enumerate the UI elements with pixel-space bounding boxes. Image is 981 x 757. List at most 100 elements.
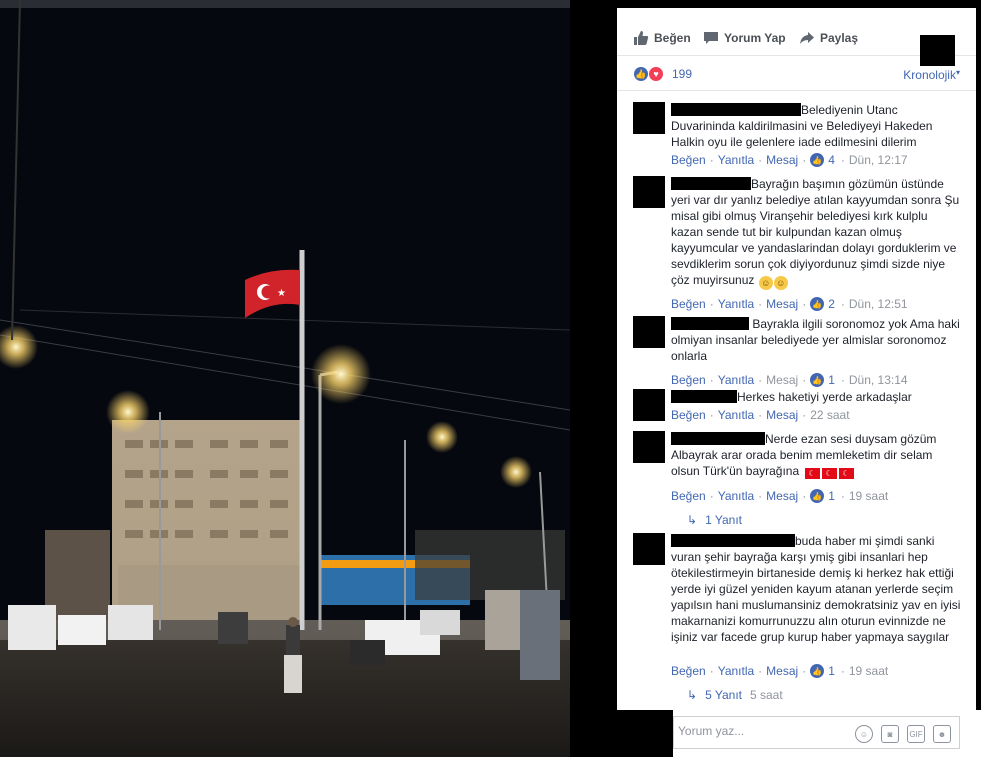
comment-like-link[interactable]: Beğen [671,297,706,311]
comment-text: Bayrağın başımın gözümün üstünde yeri va… [671,177,960,287]
comment-reply-link[interactable]: Yanıtla [718,408,754,422]
turkey-flag-icon: ☾ [821,468,837,479]
share-button-label: Paylaş [820,31,859,45]
comment: buda haber mi şimdi sanki vuran şehir ba… [633,533,963,708]
avatar[interactable] [633,102,665,134]
replies-timestamp: 5 saat [749,688,783,702]
redacted-author-name[interactable] [671,432,765,445]
comment-message-link[interactable]: Mesaj [766,489,798,503]
post-actions-bar: Beğen Yorum Yap Paylaş [617,20,976,66]
like-reaction-icon: 👍 [633,66,649,82]
redacted-author-name[interactable] [671,103,801,116]
separator: · [802,297,807,311]
svg-text:★: ★ [277,288,286,299]
avatar[interactable] [633,176,665,208]
comment-like-count[interactable]: 1 [828,373,835,387]
separator: · [758,489,763,503]
redacted-author-name[interactable] [671,177,751,190]
separator: · [802,153,807,167]
like-button[interactable]: Beğen [633,30,691,46]
comment-body: Bayrakla ilgili soronomoz yok Ama haki o… [671,316,961,364]
comment-meta: Beğen · Yanıtla · Mesaj · 👍 2 · Dün, 12:… [671,297,908,311]
avatar[interactable] [633,316,665,348]
comment-body: buda haber mi şimdi sanki vuran şehir ba… [671,533,961,645]
comment-meta: Beğen · Yanıtla · Mesaj · 👍 1 · Dün, 13:… [671,373,908,387]
view-replies-link[interactable]: ↳ 5 Yanıt 5 saat [687,688,783,702]
separator: · [840,489,845,503]
replies-count: 1 Yanıt [705,513,742,527]
separator: · [758,153,763,167]
emoji-icon[interactable]: ☺ [855,725,873,743]
comment-like-count[interactable]: 1 [828,489,835,503]
comment-message-link[interactable]: Mesaj [766,664,798,678]
comment-timestamp[interactable]: 19 saat [849,664,888,678]
share-button[interactable]: Paylaş [799,30,858,46]
comment-input[interactable] [678,724,858,738]
comment-button[interactable]: Yorum Yap [703,30,786,46]
reply-arrow-icon: ↳ [687,688,698,702]
sticker-icon[interactable]: ☻ [933,725,951,743]
comment: Bayrağın başımın gözümün üstünde yeri va… [633,176,963,316]
redacted-author-name[interactable] [671,534,795,547]
comment-like-count[interactable]: 2 [828,297,835,311]
comment-message-link[interactable]: Mesaj [766,408,798,422]
view-replies-link[interactable]: ↳ 1 Yanıt [687,513,742,527]
separator: · [709,153,714,167]
post-photo[interactable]: ★ [0,0,570,757]
comment-message-link[interactable]: Mesaj [766,297,798,311]
avatar[interactable] [633,533,665,565]
comment-message-link[interactable]: Mesaj [766,153,798,167]
redaction-block [570,710,673,757]
comment-like-link[interactable]: Beğen [671,373,706,387]
separator: · [758,373,763,387]
avatar[interactable] [633,389,665,421]
redacted-author-name[interactable] [671,317,749,330]
comment: Nerde ezan sesi duysam gözüm Albayrak ar… [633,431,963,531]
separator: · [840,664,845,678]
comment-like-count[interactable]: 1 [828,664,835,678]
thumbs-up-icon [634,31,649,45]
comment-reply-link[interactable]: Yanıtla [718,664,754,678]
comment-timestamp[interactable]: 22 saat [810,408,849,422]
separator: · [840,153,845,167]
comment-reply-link[interactable]: Yanıtla [718,373,754,387]
redacted-author-name[interactable] [671,390,737,403]
like-count-icon: 👍 [810,153,825,167]
turkey-flag-icon: ☾ [804,468,820,479]
separator: · [709,489,714,503]
comment-timestamp[interactable]: Dün, 12:51 [849,297,908,311]
comment-like-link[interactable]: Beğen [671,408,706,422]
gif-icon[interactable]: GIF [907,725,925,743]
comment-like-link[interactable]: Beğen [671,664,706,678]
separator: · [709,408,714,422]
comment-meta: Beğen · Yanıtla · Mesaj · 👍 1 · 19 saat [671,664,888,678]
separator: · [758,297,763,311]
sort-dropdown[interactable]: Kronolojik▾ [903,68,960,82]
avatar[interactable] [633,431,665,463]
comment-text: Herkes haketiyi yerde arkadaşlar [737,390,912,404]
comments-panel: Beğen Yorum Yap Paylaş 👍 ♥ 199 Kronoloji… [617,8,976,710]
comment-reply-link[interactable]: Yanıtla [718,297,754,311]
comment-message-link[interactable]: Mesaj [766,373,798,387]
comment-icon [704,32,718,44]
reaction-summary[interactable]: 👍 ♥ 199 [633,66,692,82]
comment-timestamp[interactable]: Dün, 12:17 [849,153,908,167]
comment: Bayrakla ilgili soronomoz yok Ama haki o… [633,316,963,388]
comment-like-link[interactable]: Beğen [671,153,706,167]
like-count-icon: 👍 [810,489,825,503]
night-city-photo: ★ [0,0,570,757]
comment-reply-link[interactable]: Yanıtla [718,153,754,167]
comment-like-link[interactable]: Beğen [671,489,706,503]
divider [617,90,976,91]
grinning-emoji-icon: ☺ [758,276,773,290]
comment-timestamp[interactable]: Dün, 13:14 [849,373,908,387]
like-count-icon: 👍 [810,664,825,678]
comment-timestamp[interactable]: 19 saat [849,489,888,503]
camera-icon[interactable]: ◙ [881,725,899,743]
sort-label: Kronolojik [903,68,956,82]
comment-like-count[interactable]: 4 [828,153,835,167]
like-count-icon: 👍 [810,297,825,311]
comment-body: Herkes haketiyi yerde arkadaşlar [671,389,961,405]
reaction-count: 199 [672,67,693,81]
comment-reply-link[interactable]: Yanıtla [718,489,754,503]
